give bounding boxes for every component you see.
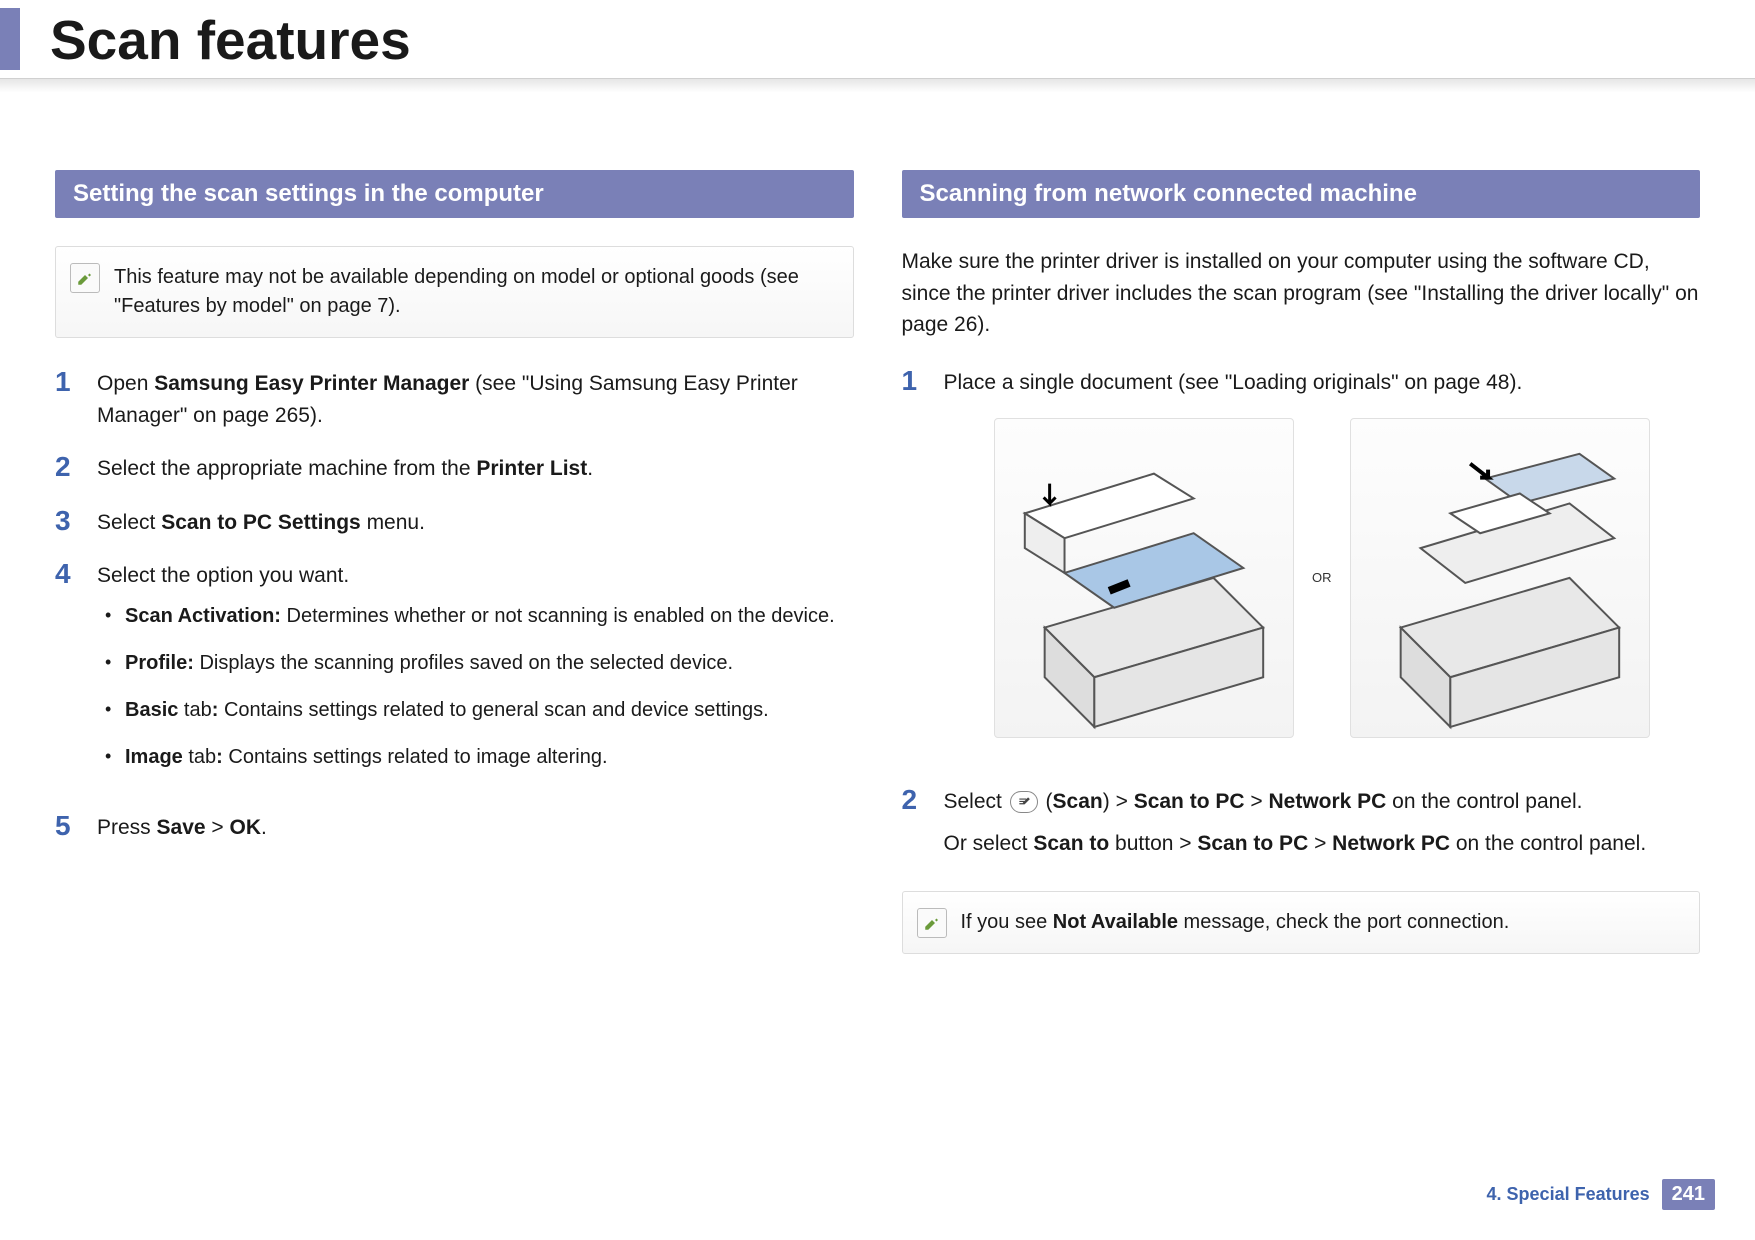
bold: Save	[157, 816, 206, 839]
printer-illustration: OR	[944, 418, 1701, 738]
page-title: Scan features	[50, 8, 411, 72]
bold: Basic	[125, 699, 178, 721]
text: Select the option you want.	[97, 560, 854, 592]
bold: Scan	[1053, 790, 1103, 813]
step-1: 1 Place a single document (see "Loading …	[902, 367, 1701, 765]
bold: OK	[230, 816, 262, 839]
bold: Printer List	[476, 457, 587, 480]
list-item: Profile: Displays the scanning profiles …	[97, 649, 854, 678]
step-4: 4 Select the option you want. Scan Activ…	[55, 560, 854, 790]
list-item: Basic tab: Contains settings related to …	[97, 696, 854, 725]
step-1: 1 Open Samsung Easy Printer Manager (see…	[55, 368, 854, 431]
printer-adf-image	[1350, 418, 1650, 738]
section-heading-right: Scanning from network connected machine	[902, 170, 1701, 218]
section-heading-left: Setting the scan settings in the compute…	[55, 170, 854, 218]
text: button >	[1109, 832, 1197, 855]
intro-paragraph: Make sure the printer driver is installe…	[902, 246, 1701, 341]
bold: Network PC	[1332, 832, 1450, 855]
step-body: Select the option you want. Scan Activat…	[97, 560, 854, 790]
bold: Not Available	[1053, 911, 1178, 933]
footer-page-number: 241	[1662, 1179, 1715, 1210]
text: Contains settings related to general sca…	[218, 699, 768, 721]
text: on the control panel.	[1386, 790, 1582, 813]
bold: Scan to PC Settings	[161, 511, 361, 534]
step-body: Press Save > OK.	[97, 812, 854, 844]
text: Press	[97, 816, 157, 839]
text: Select	[97, 511, 161, 534]
bold: Scan to PC	[1134, 790, 1245, 813]
bold: Scan Activation:	[125, 605, 281, 627]
step-number: 2	[55, 453, 81, 485]
text: If you see	[961, 911, 1053, 933]
step-body: Select the appropriate machine from the …	[97, 453, 854, 485]
step-2: 2 Select the appropriate machine from th…	[55, 453, 854, 485]
bold: Scan to PC	[1197, 832, 1308, 855]
note-icon	[917, 908, 947, 938]
step-body: Select Scan to PC Settings menu.	[97, 507, 854, 539]
note-icon	[70, 263, 100, 293]
note-text: This feature may not be available depend…	[114, 266, 799, 317]
bold: Network PC	[1268, 790, 1386, 813]
text: Place a single document (see "Loading or…	[944, 367, 1701, 399]
note-box: This feature may not be available depend…	[55, 246, 854, 338]
text: Or select	[944, 832, 1034, 855]
step-3: 3 Select Scan to PC Settings menu.	[55, 507, 854, 539]
text: Contains settings related to image alter…	[223, 746, 608, 768]
bold: Profile:	[125, 652, 194, 674]
text: >	[1308, 832, 1332, 855]
text: >	[1245, 790, 1269, 813]
step-body: Place a single document (see "Loading or…	[944, 367, 1701, 765]
text: .	[587, 457, 593, 480]
text: on the control panel.	[1450, 832, 1646, 855]
step-5: 5 Press Save > OK.	[55, 812, 854, 844]
step-number: 1	[55, 368, 81, 431]
bullet-list: Scan Activation: Determines whether or n…	[97, 602, 854, 772]
text: (	[1046, 790, 1053, 813]
step-number: 3	[55, 507, 81, 539]
text: message, check the port connection.	[1178, 911, 1509, 933]
text: Open	[97, 372, 154, 395]
text: Select the appropriate machine from the	[97, 457, 476, 480]
text: Determines whether or not scanning is en…	[281, 605, 835, 627]
text: tab	[183, 746, 216, 768]
bold: :	[216, 746, 223, 768]
printer-flatbed-image	[994, 418, 1294, 738]
scan-button-icon	[1010, 791, 1038, 813]
text: tab	[178, 699, 211, 721]
step-number: 1	[902, 367, 928, 765]
left-column: Setting the scan settings in the compute…	[55, 170, 854, 984]
text: menu.	[361, 511, 425, 534]
note-box: If you see Not Available message, check …	[902, 891, 1701, 954]
page-footer: 4. Special Features 241	[1487, 1179, 1715, 1210]
step-number: 2	[902, 786, 928, 869]
text: Displays the scanning profiles saved on …	[194, 652, 733, 674]
step-2: 2 Select (Scan) > Scan to PC > Network P…	[902, 786, 1701, 869]
bold: Image	[125, 746, 183, 768]
footer-chapter: 4. Special Features	[1487, 1184, 1650, 1205]
text: ) >	[1103, 790, 1134, 813]
bold: Samsung Easy Printer Manager	[154, 372, 469, 395]
text: .	[261, 816, 267, 839]
text: >	[206, 816, 230, 839]
title-divider	[0, 78, 1755, 92]
list-item: Scan Activation: Determines whether or n…	[97, 602, 854, 631]
text: Select	[944, 790, 1008, 813]
or-label: OR	[1312, 568, 1332, 588]
bold: Scan to	[1033, 832, 1109, 855]
right-column: Scanning from network connected machine …	[902, 170, 1701, 984]
step-body: Open Samsung Easy Printer Manager (see "…	[97, 368, 854, 431]
list-item: Image tab: Contains settings related to …	[97, 743, 854, 772]
step-number: 4	[55, 560, 81, 790]
step-number: 5	[55, 812, 81, 844]
step-body: Select (Scan) > Scan to PC > Network PC …	[944, 786, 1701, 869]
